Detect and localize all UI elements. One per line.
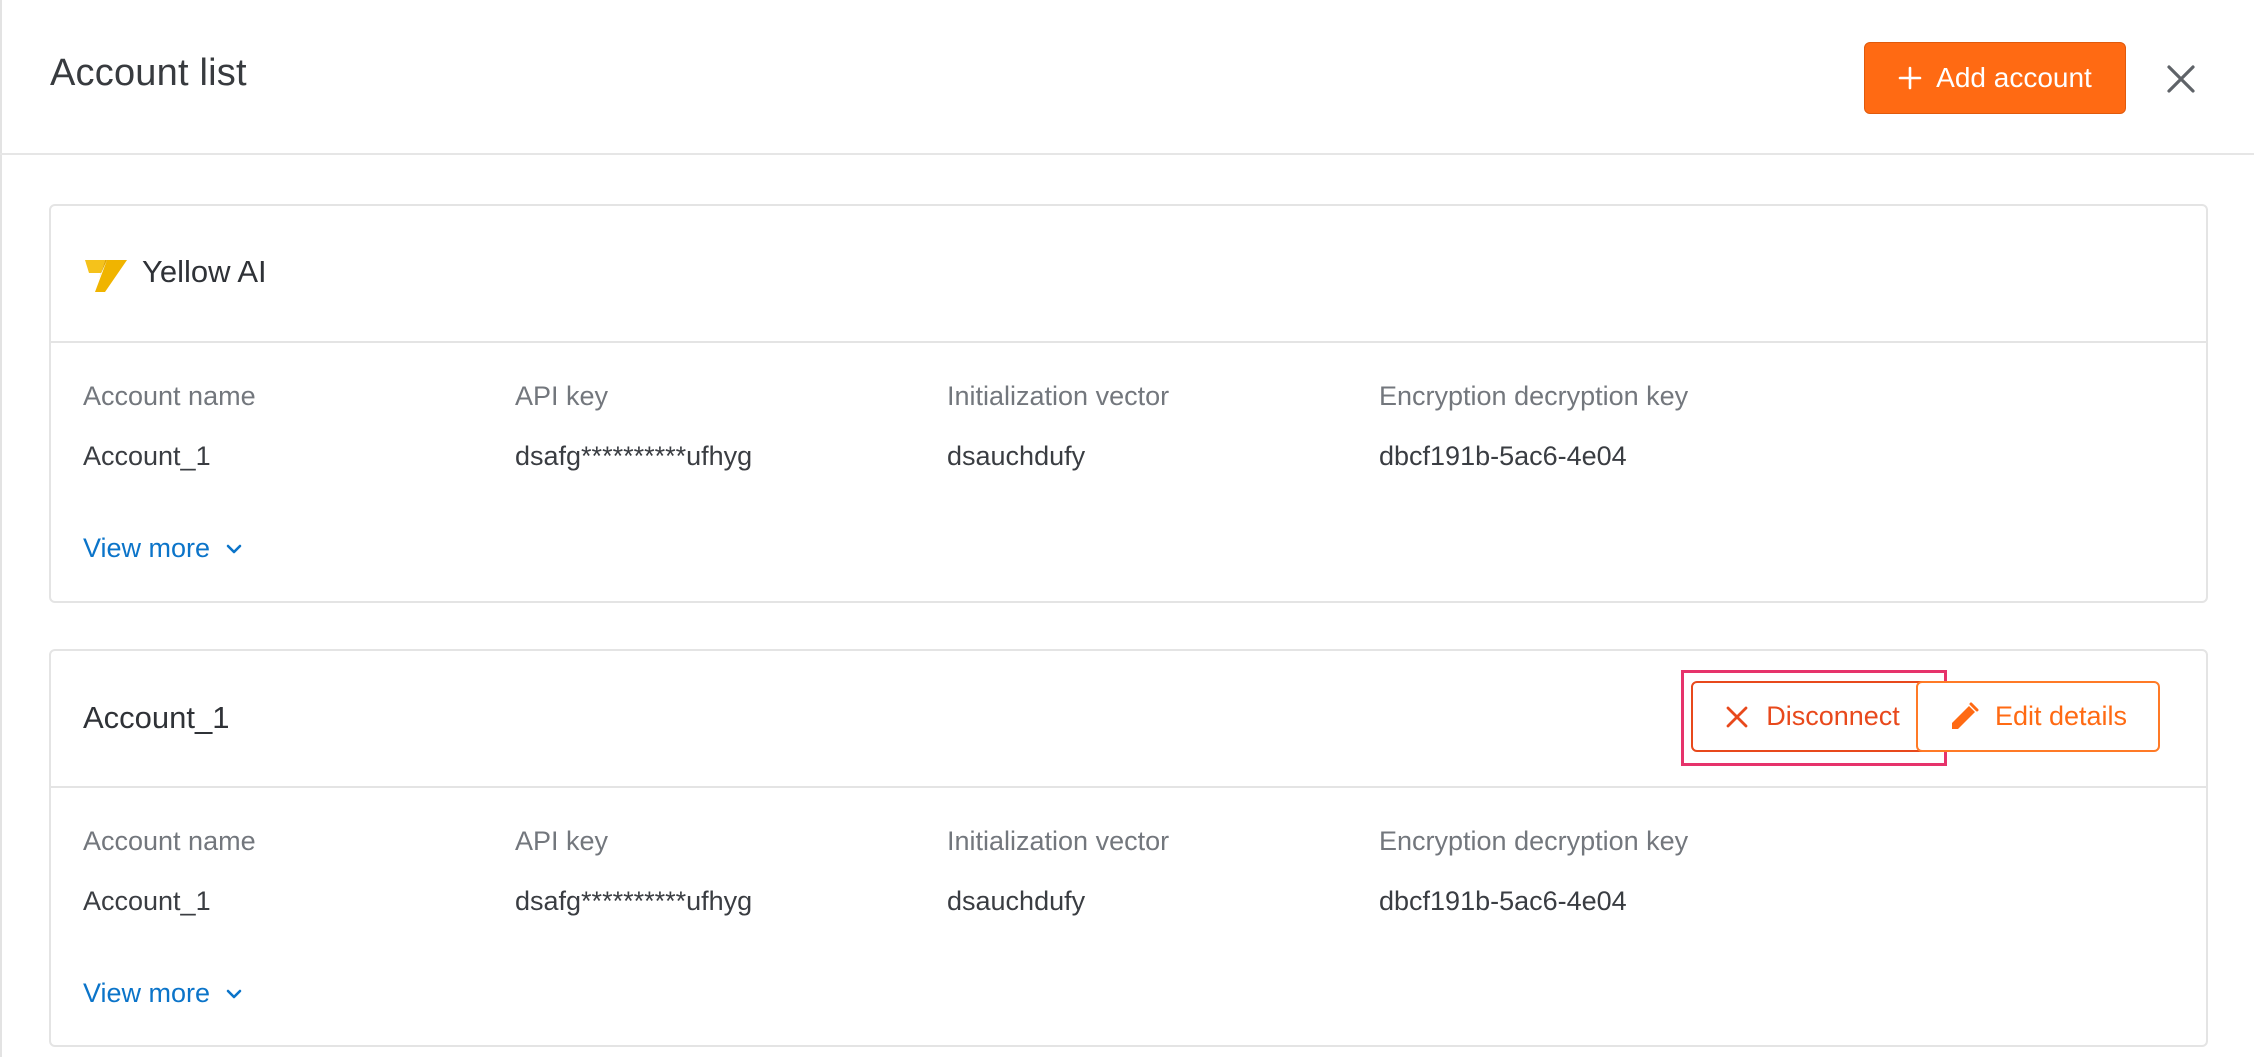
close-icon [2167,65,2195,93]
page-title: Account list [50,52,247,94]
account-name-label: Account name [83,826,256,856]
encryption-key-label: Encryption decryption key [1379,826,1689,856]
encryption-key-value: dbcf191b-5ac6-4e04 [1379,886,1627,916]
account-card-account-1: Account_1 Disconnect Edit details Accoun… [49,649,2208,1047]
initialization-vector-label: Initialization vector [947,826,1170,856]
view-more-label: View more [83,978,211,1008]
plus-icon [1898,66,1922,90]
view-more-label: View more [83,533,211,563]
panel-left-border [0,0,2,1057]
panel-header: Account list Add account [0,0,2254,155]
initialization-vector-value: dsauchdufy [947,886,1086,916]
disconnect-button[interactable]: Disconnect [1691,681,1935,752]
api-key-value: dsafg**********ufhyg [515,441,753,471]
initialization-vector-label: Initialization vector [947,381,1170,411]
account-card-yellow-ai: Yellow AI Account name API key Initializ… [49,204,2208,603]
add-account-button[interactable]: Add account [1864,42,2126,114]
card-header: Account_1 Disconnect Edit details [51,651,2206,788]
view-more-link[interactable]: View more [83,978,242,1009]
chevron-down-icon [226,544,242,553]
encryption-key-value: dbcf191b-5ac6-4e04 [1379,441,1627,471]
account-name-label: Account name [83,381,256,411]
initialization-vector-value: dsauchdufy [947,441,1086,471]
edit-details-button[interactable]: Edit details [1916,681,2160,752]
close-icon [1726,706,1748,727]
disconnect-label: Disconnect [1766,701,1900,731]
card-header: Yellow AI [51,206,2206,343]
account-name-value: Account_1 [83,441,211,471]
account-name-value: Account_1 [83,886,211,916]
api-key-label: API key [515,826,609,856]
api-key-value: dsafg**********ufhyg [515,886,753,916]
pencil-icon [1951,702,1979,729]
encryption-key-label: Encryption decryption key [1379,381,1689,411]
yellow-ai-logo-icon [85,260,127,292]
close-button[interactable] [2160,58,2202,100]
chevron-down-icon [226,989,242,998]
api-key-label: API key [515,381,609,411]
card-title: Account_1 [83,700,230,735]
edit-details-label: Edit details [1994,701,2128,731]
add-account-label: Add account [1936,62,2092,93]
card-title: Yellow AI [142,254,267,289]
view-more-link[interactable]: View more [83,533,242,564]
